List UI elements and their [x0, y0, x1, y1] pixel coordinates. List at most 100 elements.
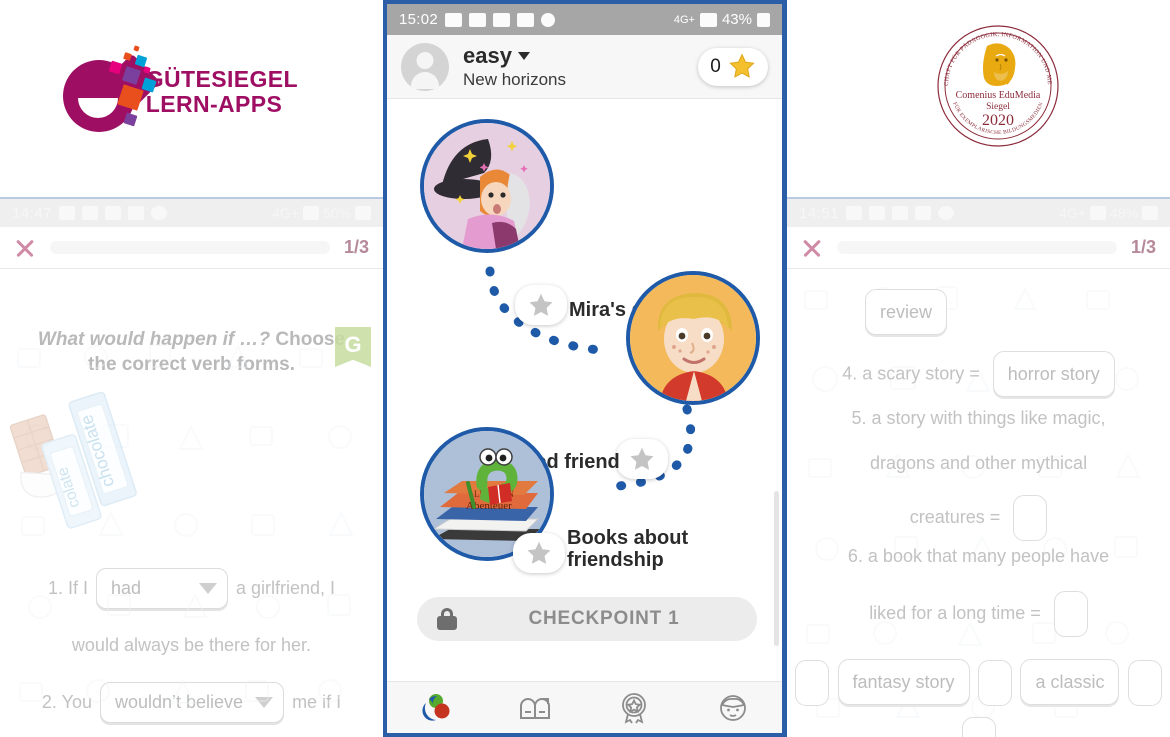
nav-item-inbox[interactable] [486, 694, 585, 722]
logo-mark-icon [58, 44, 157, 140]
path-node-1-star[interactable] [515, 285, 567, 325]
award-ribbon-icon [621, 692, 646, 724]
path-node-3-label[interactable]: Books about friendship [567, 527, 707, 572]
outlook-calendar-icon [517, 12, 535, 27]
right-exercise-topbar: 1/3 [787, 227, 1170, 269]
word-bank-row-2 [787, 717, 1170, 737]
right-status-bar: 14:51 4G+ 48% [787, 199, 1170, 227]
prompt-italic: What would happen if …? [37, 329, 271, 350]
teams-icon [59, 206, 76, 220]
progress-bar [50, 241, 330, 254]
path-node-3-label-text: Books about friendship [567, 527, 689, 572]
match-item-5-text-tail: creatures = [909, 506, 1001, 527]
word-bank-slot-2[interactable] [978, 660, 1012, 707]
outlook-calendar-icon [915, 206, 932, 220]
status-time: 15:02 [399, 11, 439, 28]
seal-title-line-1: Comenius EduMedia [956, 90, 1041, 101]
row-1-prefix: 1. If I [47, 578, 88, 599]
course-selector[interactable]: easy New horizons [463, 43, 566, 90]
course-name: New horizons [463, 70, 566, 89]
network-label: 4G+ [272, 205, 299, 221]
learning-path: Mira's dilemma [387, 99, 782, 681]
signal-icon [699, 12, 717, 27]
path-node-3-star[interactable] [513, 533, 565, 573]
match-item-5-line-2: dragons and other mythical [869, 453, 1088, 473]
outlook-mail-icon [493, 12, 511, 27]
course-level-label: easy [463, 43, 512, 68]
progress-bar [837, 241, 1117, 254]
center-header: easy New horizons 0 [387, 35, 782, 99]
teams-icon [846, 206, 863, 220]
outlook-icon [469, 12, 487, 27]
exercise-continuation-1: would always be there for her. [71, 635, 312, 656]
verb-dropdown-2[interactable]: wouldn’t believe [99, 682, 285, 724]
star-icon [729, 53, 755, 78]
network-label: 4G+ [1059, 205, 1086, 221]
battery-label: 48% [1109, 205, 1138, 221]
outlook-mail-icon [892, 206, 909, 220]
network-label: 4G+ [673, 13, 695, 26]
share-icon [541, 12, 556, 27]
signal-icon [1089, 206, 1106, 220]
status-time: 14:47 [12, 204, 53, 222]
star-counter[interactable]: 0 [698, 47, 768, 86]
left-status-bar: 14:47 4G+ 50% [0, 199, 383, 227]
status-time: 14:51 [799, 204, 840, 222]
placed-word-review[interactable]: review [865, 289, 948, 335]
word-bank-slot-3[interactable] [1127, 660, 1162, 707]
word-bank-slot-4[interactable] [961, 717, 996, 737]
course-level[interactable]: easy [463, 43, 566, 69]
center-status-bar: 15:02 4G+ 43% [387, 4, 782, 35]
status-right-group: 4G+ 50% [272, 205, 371, 221]
right-panel: GESELLSCHAFT FÜR PÄDAGOGIK, INFORMATION … [787, 0, 1170, 737]
close-icon[interactable] [801, 237, 823, 259]
star-icon [527, 541, 551, 564]
status-right-group: 4G+ 48% [1059, 205, 1158, 221]
word-bank-row-1: fantasy story a classic [787, 659, 1170, 707]
battery-icon [757, 12, 770, 27]
word-bank-chip-a-classic[interactable]: a classic [1020, 659, 1120, 705]
nav-item-awards[interactable] [585, 692, 684, 724]
match-item-4: 4. a scary story = horror story [787, 351, 1170, 397]
nav-item-home[interactable] [387, 693, 486, 723]
word-bank-slot-1[interactable] [795, 660, 830, 707]
word-bank-chip-fantasy-story[interactable]: fantasy story [837, 659, 970, 705]
outlook-calendar-icon [128, 206, 145, 220]
match-item-6-text-tail: liked for a long time = [869, 602, 1041, 623]
logo-line-2: LERN-APPS [145, 91, 283, 117]
share-icon [938, 206, 955, 220]
page-counter: 1/3 [343, 237, 369, 257]
verb-dropdown-1-value: had [110, 578, 142, 599]
verb-dropdown-1[interactable]: had [95, 568, 228, 610]
match-item-5-blank[interactable] [1013, 495, 1048, 541]
share-icon [151, 206, 168, 220]
path-node-2-star[interactable] [616, 439, 668, 479]
bottom-navigation [387, 681, 782, 733]
match-item-6-blank[interactable] [1053, 591, 1088, 637]
path-node-1[interactable] [420, 119, 554, 253]
vertical-scrollbar[interactable] [774, 491, 779, 646]
outlook-mail-icon [105, 206, 122, 220]
signal-icon [302, 206, 319, 220]
checkpoint-label: CHECKPOINT 1 [528, 608, 680, 629]
logo-wordmark: GÜTESIEGEL LERN-APPS [146, 67, 298, 117]
close-icon[interactable] [14, 237, 36, 259]
star-icon [529, 293, 553, 316]
battery-label: 43% [721, 11, 752, 28]
battery-icon [1142, 206, 1158, 220]
left-panel: GÜTESIEGEL LERN-APPS 14:47 4G+ 50% 1/3 G… [0, 0, 383, 737]
comenius-portrait-icon [983, 43, 1016, 86]
chevron-down-icon [517, 52, 530, 60]
exercise-row-1: 1. If I had a girlfriend, I [0, 568, 383, 610]
mailbox-icon [520, 697, 551, 719]
outlook-icon [869, 206, 886, 220]
nav-item-profile[interactable] [683, 693, 782, 723]
exercise-prompt: What would happen if …? Choose the corre… [0, 327, 383, 377]
chevron-down-icon [198, 583, 217, 595]
checkpoint-button[interactable]: CHECKPOINT 1 [417, 597, 757, 641]
match-item-4-answer[interactable]: horror story [992, 351, 1115, 397]
avatar-face-icon [719, 694, 746, 721]
path-node-2[interactable] [626, 271, 760, 405]
right-exercise-body: review 4. a scary story = horror story 5… [787, 269, 1170, 737]
avatar[interactable] [401, 42, 449, 91]
